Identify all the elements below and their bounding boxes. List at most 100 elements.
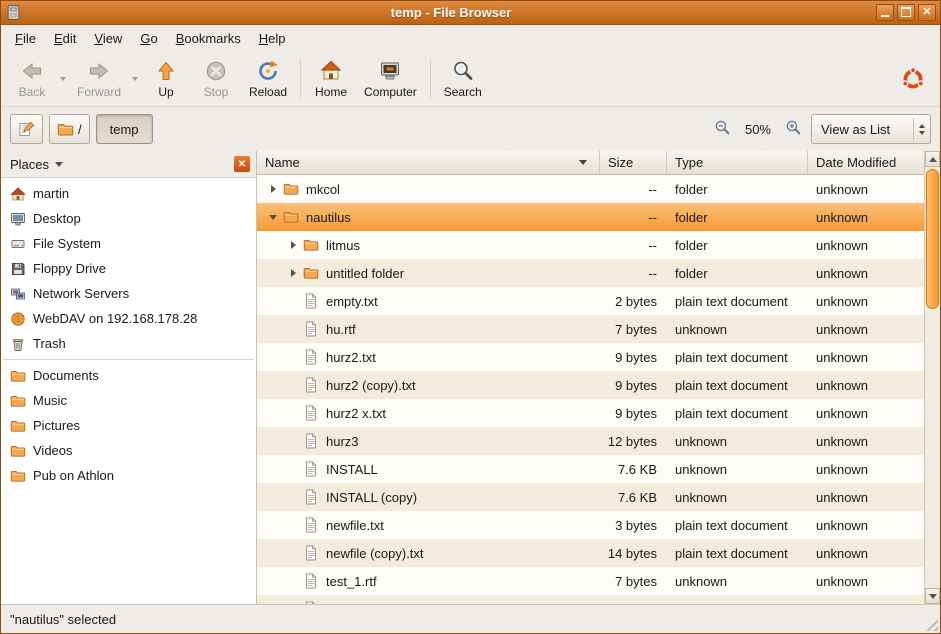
date-modified-cell: unknown bbox=[808, 406, 924, 421]
folder-icon bbox=[303, 237, 320, 253]
computer-button[interactable]: Computer bbox=[356, 54, 425, 104]
type-cell: plain text document bbox=[667, 294, 808, 309]
current-path-button[interactable]: temp bbox=[96, 114, 153, 144]
file-row-untitled-folder-2[interactable]: untitled folder (2)1.7 KBunknownunknown bbox=[257, 595, 924, 604]
vertical-scrollbar[interactable] bbox=[924, 151, 940, 604]
file-browser-window: temp - File Browser FileEditViewGoBookma… bbox=[0, 0, 941, 634]
expander-collapsed-icon[interactable] bbox=[285, 265, 301, 281]
menu-view[interactable]: View bbox=[85, 27, 131, 50]
column-header-type[interactable]: Type bbox=[667, 151, 808, 174]
file-row-hurz2-x-txt[interactable]: hurz2 x.txt9 bytesplain text documentunk… bbox=[257, 399, 924, 427]
forward-history-dropdown[interactable] bbox=[129, 54, 141, 104]
file-row-nautilus[interactable]: nautilus--folderunknown bbox=[257, 203, 924, 231]
places-dropdown[interactable]: Places bbox=[10, 157, 49, 172]
file-icon bbox=[303, 293, 320, 309]
file-row-hurz2-txt[interactable]: hurz2.txt9 bytesplain text documentunkno… bbox=[257, 343, 924, 371]
forward-button[interactable]: Forward bbox=[69, 54, 129, 104]
sidebar-item-webdav-on-192-168-178-28[interactable]: WebDAV on 192.168.178.28 bbox=[1, 306, 256, 331]
date-modified-cell: unknown bbox=[808, 294, 924, 309]
floppy-icon bbox=[10, 261, 26, 277]
file-row-hurz3[interactable]: hurz312 bytesunknownunknown bbox=[257, 427, 924, 455]
view-mode-spinner-icon bbox=[913, 118, 925, 140]
expander-expanded-icon[interactable] bbox=[265, 209, 281, 225]
file-row-untitled-folder[interactable]: untitled folder--folderunknown bbox=[257, 259, 924, 287]
stop-button[interactable]: Stop bbox=[191, 54, 241, 104]
scrollbar-thumb[interactable] bbox=[926, 169, 939, 309]
ubuntu-logo-icon bbox=[900, 66, 926, 92]
sidebar-item-floppy-drive[interactable]: Floppy Drive bbox=[1, 256, 256, 281]
reload-button[interactable]: Reload bbox=[241, 54, 295, 104]
titlebar[interactable]: temp - File Browser bbox=[1, 1, 940, 25]
file-name: hu.rtf bbox=[326, 322, 356, 337]
expander-spacer bbox=[285, 573, 301, 589]
expander-collapsed-icon[interactable] bbox=[285, 237, 301, 253]
size-cell: 3 bytes bbox=[600, 518, 667, 533]
up-button[interactable]: Up bbox=[141, 54, 191, 104]
sidebar-item-network-servers[interactable]: Network Servers bbox=[1, 281, 256, 306]
file-icon bbox=[303, 573, 320, 589]
status-text: "nautilus" selected bbox=[10, 612, 116, 627]
column-header-name[interactable]: Name bbox=[257, 151, 600, 174]
file-name-cell: nautilus bbox=[257, 209, 600, 225]
file-row-newfile-txt[interactable]: newfile.txt3 bytesplain text documentunk… bbox=[257, 511, 924, 539]
file-row-install-copy[interactable]: INSTALL (copy)7.6 KBunknownunknown bbox=[257, 483, 924, 511]
toggle-location-entry-button[interactable] bbox=[10, 114, 43, 144]
sidebar-item-desktop[interactable]: Desktop bbox=[1, 206, 256, 231]
root-path-button[interactable]: / bbox=[49, 114, 90, 144]
sidebar-item-documents[interactable]: Documents bbox=[1, 363, 256, 388]
file-icon bbox=[303, 489, 320, 505]
sidebar-item-pictures[interactable]: Pictures bbox=[1, 413, 256, 438]
close-sidebar-button[interactable] bbox=[234, 156, 250, 172]
menu-help[interactable]: Help bbox=[250, 27, 295, 50]
expander-collapsed-icon[interactable] bbox=[265, 181, 281, 197]
size-cell: 9 bytes bbox=[600, 406, 667, 421]
sidebar-item-martin[interactable]: martin bbox=[1, 181, 256, 206]
back-history-dropdown[interactable] bbox=[57, 54, 69, 104]
list-header: NameSizeTypeDate Modified bbox=[257, 151, 924, 175]
file-name-cell: mkcol bbox=[257, 181, 600, 197]
size-cell: 7.6 KB bbox=[600, 490, 667, 505]
menu-edit[interactable]: Edit bbox=[45, 27, 85, 50]
menu-bookmarks[interactable]: Bookmarks bbox=[167, 27, 250, 50]
file-row-hurz2-copy-txt[interactable]: hurz2 (copy).txt9 bytesplain text docume… bbox=[257, 371, 924, 399]
computer-label: Computer bbox=[364, 85, 417, 99]
home-button[interactable]: Home bbox=[306, 54, 356, 104]
menu-go[interactable]: Go bbox=[131, 27, 166, 50]
reload-icon bbox=[256, 59, 280, 83]
search-button[interactable]: Search bbox=[436, 54, 490, 104]
type-cell: plain text document bbox=[667, 378, 808, 393]
file-row-newfile-copy-txt[interactable]: newfile (copy).txt14 bytesplain text doc… bbox=[257, 539, 924, 567]
sidebar-item-music[interactable]: Music bbox=[1, 388, 256, 413]
column-header-date-modified[interactable]: Date Modified bbox=[808, 151, 924, 174]
back-button[interactable]: Back bbox=[7, 54, 57, 104]
menu-file[interactable]: File bbox=[6, 27, 45, 50]
column-header-size[interactable]: Size bbox=[600, 151, 667, 174]
sidebar-item-videos[interactable]: Videos bbox=[1, 438, 256, 463]
type-cell: unknown bbox=[667, 434, 808, 449]
zoom-in-button[interactable] bbox=[781, 117, 805, 141]
view-mode-dropdown[interactable]: View as List bbox=[811, 114, 931, 144]
sidebar-item-file-system[interactable]: File System bbox=[1, 231, 256, 256]
minimize-button[interactable] bbox=[876, 4, 894, 21]
file-row-litmus[interactable]: litmus--folderunknown bbox=[257, 231, 924, 259]
sidebar-item-trash[interactable]: Trash bbox=[1, 331, 256, 356]
file-row-test-1-rtf[interactable]: test_1.rtf7 bytesunknownunknown bbox=[257, 567, 924, 595]
zoom-out-button[interactable] bbox=[711, 117, 735, 141]
forward-label: Forward bbox=[77, 85, 121, 99]
file-icon bbox=[303, 517, 320, 533]
scroll-up-button[interactable] bbox=[925, 151, 940, 167]
sidebar-item-pub-on-athlon[interactable]: Pub on Athlon bbox=[1, 463, 256, 488]
file-row-install[interactable]: INSTALL7.6 KBunknownunknown bbox=[257, 455, 924, 483]
close-button[interactable] bbox=[918, 4, 936, 21]
back-label: Back bbox=[19, 85, 46, 99]
maximize-button[interactable] bbox=[897, 4, 915, 21]
sidebar-item-label: martin bbox=[33, 186, 69, 201]
folder-icon bbox=[283, 181, 300, 197]
file-row-empty-txt[interactable]: empty.txt2 bytesplain text documentunkno… bbox=[257, 287, 924, 315]
scroll-down-button[interactable] bbox=[925, 588, 940, 604]
current-path-label: temp bbox=[110, 122, 139, 137]
file-row-hu-rtf[interactable]: hu.rtf7 bytesunknownunknown bbox=[257, 315, 924, 343]
location-bar: / temp 50% View as List bbox=[1, 107, 940, 151]
file-row-mkcol[interactable]: mkcol--folderunknown bbox=[257, 175, 924, 203]
scrollbar-track[interactable] bbox=[925, 167, 940, 588]
